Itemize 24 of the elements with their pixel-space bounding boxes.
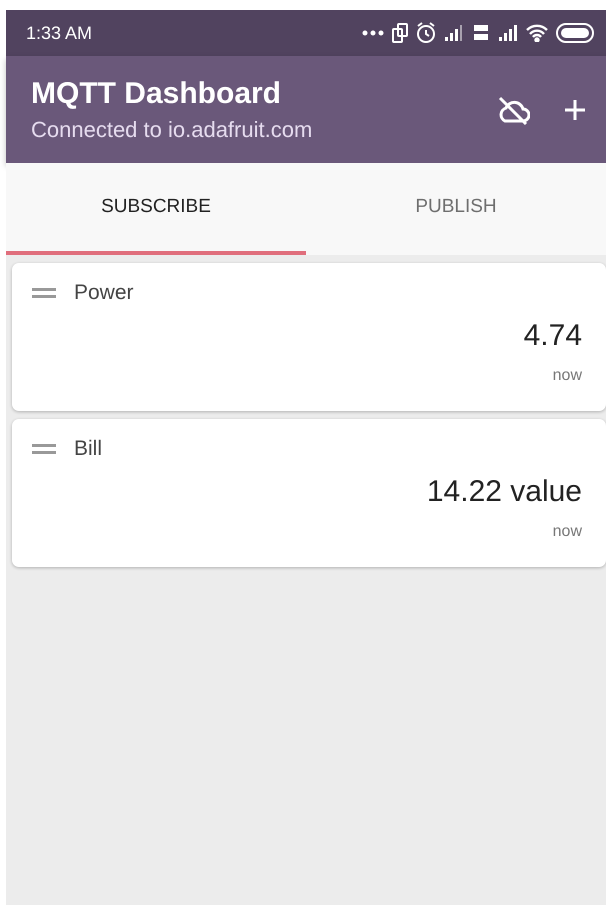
- card-time: now: [552, 523, 582, 541]
- add-icon[interactable]: [564, 98, 586, 120]
- alarm-icon: [416, 22, 436, 44]
- drag-handle-icon[interactable]: [32, 288, 56, 298]
- wifi-icon: [526, 24, 548, 42]
- drag-handle-icon[interactable]: [32, 444, 56, 454]
- card-name: Power: [74, 281, 134, 305]
- card-name: Bill: [74, 437, 102, 461]
- signal-icon: [498, 24, 518, 42]
- status-time: 1:33 AM: [26, 22, 92, 44]
- card-value: 4.74: [524, 319, 582, 353]
- signal-icon: [444, 24, 464, 42]
- app-title: MQTT Dashboard: [31, 76, 282, 110]
- phone-icon: [392, 23, 408, 43]
- value-card[interactable]: Power 4.74 now: [12, 263, 606, 411]
- connection-status: Connected to io.adafruit.com: [31, 116, 314, 142]
- card-time: now: [552, 367, 582, 385]
- value-card[interactable]: Bill 14.22 value now: [12, 419, 606, 567]
- card-value: 14.22 value: [426, 475, 582, 509]
- cloud-off-icon[interactable]: [496, 94, 530, 124]
- battery-icon: [556, 23, 594, 43]
- more-dots-icon: [362, 30, 384, 36]
- tab[interactable]: PUBLISH: [306, 163, 606, 255]
- tab[interactable]: SUBSCRIBE: [6, 163, 306, 255]
